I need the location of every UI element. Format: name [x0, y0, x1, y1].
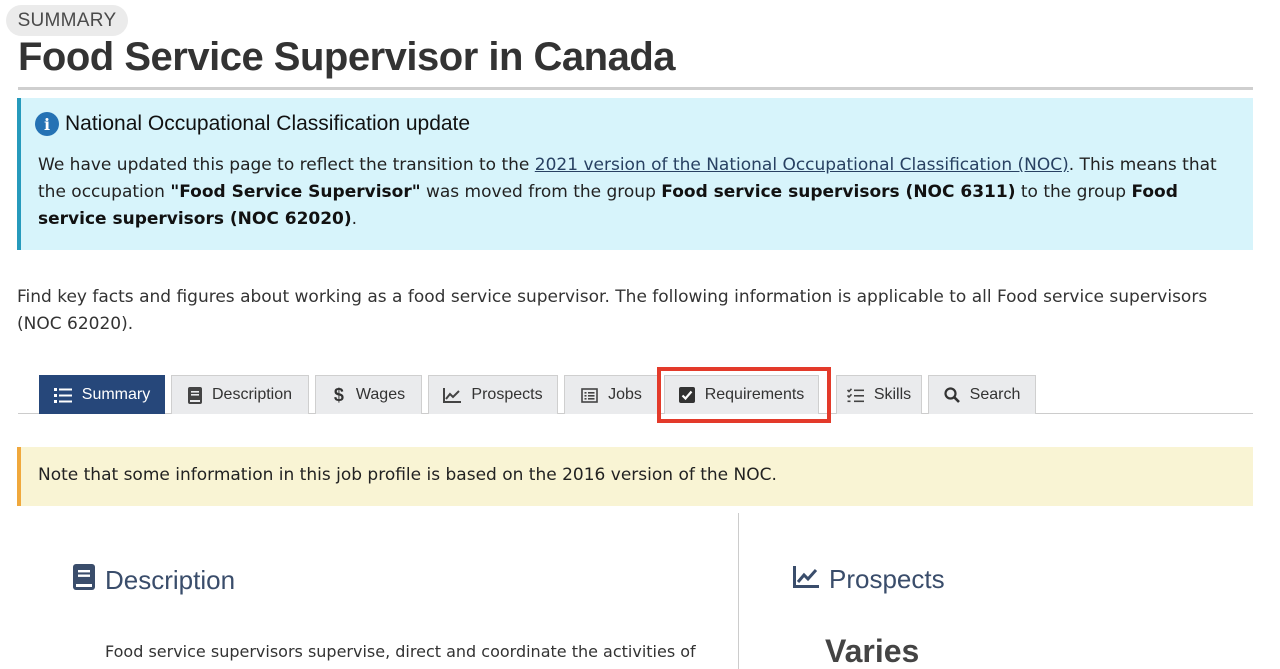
prospects-heading: Prospects [793, 564, 945, 595]
description-text: Food service supervisors supervise, dire… [105, 642, 696, 661]
intro-text: Find key facts and figures about working… [17, 287, 1208, 334]
old-noc-group: Food service supervisors (NOC 6311) [661, 182, 1016, 202]
line-chart-icon [793, 564, 819, 595]
book-icon [73, 564, 95, 597]
info-icon: i [35, 112, 59, 136]
list-icon [53, 387, 72, 403]
tab-label: Search [969, 386, 1021, 403]
tab-prospects[interactable]: Prospects [428, 375, 558, 414]
alert-body: We have updated this page to reflect the… [38, 155, 1217, 229]
note-text: Note that some information in this job p… [38, 465, 777, 485]
tab-search[interactable]: Search [928, 375, 1036, 414]
tab-wages[interactable]: $ Wages [315, 375, 422, 414]
tab-label: Wages [355, 386, 406, 403]
list-alt-icon [581, 387, 598, 403]
occupation-name: "Food Service Supervisor" [170, 182, 421, 202]
heading-label: Prospects [829, 564, 945, 594]
line-chart-icon [443, 387, 462, 403]
prospects-value: Varies [825, 633, 920, 669]
description-heading: Description [73, 564, 235, 597]
tab-label: Description [211, 386, 293, 403]
heading-label: Description [105, 565, 236, 595]
page-title: Food Service Supervisor in Canada [18, 35, 676, 79]
book-icon [187, 386, 202, 404]
alert-heading: National Occupational Classification upd… [65, 112, 471, 135]
noc-version-note: Note that some information in this job p… [17, 447, 1253, 506]
requirements-highlight [657, 367, 831, 423]
search-icon [944, 387, 960, 403]
tab-label: Skills [873, 386, 912, 403]
tab-label: Summary [81, 386, 151, 403]
tab-summary[interactable]: Summary [39, 375, 165, 414]
tab-label: Prospects [471, 386, 543, 403]
tasks-icon [846, 387, 864, 403]
tab-skills[interactable]: Skills [836, 375, 922, 414]
tab-description[interactable]: Description [171, 375, 309, 414]
tab-jobs[interactable]: Jobs [564, 375, 659, 414]
column-divider [738, 513, 739, 669]
noc-2021-link[interactable]: 2021 version of the National Occupationa… [535, 155, 1069, 175]
title-divider [18, 87, 1253, 90]
tab-label: Jobs [608, 386, 642, 403]
noc-update-alert: i National Occupational Classification u… [17, 98, 1253, 250]
dollar-icon: $ [333, 384, 344, 405]
summary-badge: SUMMARY [6, 5, 128, 36]
